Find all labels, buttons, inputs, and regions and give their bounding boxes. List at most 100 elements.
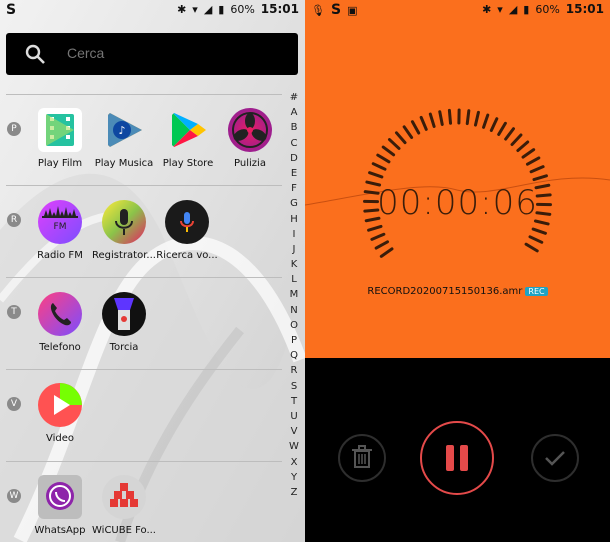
search-input[interactable]: [67, 45, 267, 61]
signal-icon: ◢: [203, 2, 213, 16]
play-music-icon: ♪: [102, 108, 146, 152]
dial-tick: [381, 145, 396, 157]
alphabet-index-letter[interactable]: R: [286, 363, 302, 378]
alphabet-index-letter[interactable]: S: [286, 379, 302, 394]
alphabet-index[interactable]: # A B C D E F G H I J K L M N O P Q R S T U V W X Y Z: [286, 90, 302, 500]
alphabet-index-letter[interactable]: E: [286, 166, 302, 181]
alphabet-index-letter[interactable]: C: [286, 136, 302, 151]
dial-tick: [531, 227, 547, 235]
app-play-store[interactable]: Play Store: [155, 108, 221, 169]
fan-icon: [228, 108, 272, 152]
divider: [6, 185, 282, 186]
alphabet-index-letter[interactable]: Z: [286, 485, 302, 500]
signal-icon: ◢: [508, 2, 518, 16]
recorder-screen: 🎙 S ▣ ✱ ▾ ◢ ▮ 60% 15:01 00:00:06 RECORD2…: [305, 0, 610, 542]
bluetooth-icon: ✱: [177, 2, 187, 16]
alphabet-index-letter[interactable]: #: [286, 90, 302, 105]
app-play-musica[interactable]: ♪ Play Musica: [91, 108, 157, 169]
search-bar[interactable]: [6, 33, 298, 75]
alphabet-index-letter[interactable]: U: [286, 409, 302, 424]
app-label: Play Film: [37, 158, 83, 169]
alphabet-index-letter[interactable]: P: [286, 333, 302, 348]
dial-tick: [510, 133, 523, 146]
play-film-icon: [38, 108, 82, 152]
done-button[interactable]: [531, 434, 579, 482]
app-play-film[interactable]: Play Film: [27, 108, 93, 169]
alphabet-index-letter[interactable]: H: [286, 212, 302, 227]
alphabet-index-letter[interactable]: D: [286, 151, 302, 166]
app-drawer: S ✱ ▾ ◢ ▮ 60% 15:01 P Play Film ♪ Play M…: [0, 0, 305, 542]
alphabet-index-letter[interactable]: Y: [286, 470, 302, 485]
svg-text:♪: ♪: [118, 124, 125, 137]
search-icon: [25, 44, 45, 64]
app-torcia[interactable]: Torcia: [91, 292, 157, 353]
dial-tick: [428, 112, 436, 128]
app-label: Play Musica: [94, 158, 154, 169]
sim-logo-icon: S: [330, 2, 342, 18]
pause-button[interactable]: [420, 421, 494, 495]
dial-tick: [371, 162, 387, 171]
dial-tick: [482, 113, 490, 129]
alphabet-index-letter[interactable]: F: [286, 181, 302, 196]
dial-tick: [367, 224, 383, 232]
alphabet-index-letter[interactable]: B: [286, 120, 302, 135]
alphabet-index-letter[interactable]: Q: [286, 348, 302, 363]
bluetooth-icon: ✱: [482, 2, 492, 16]
alphabet-index-letter[interactable]: M: [286, 287, 302, 302]
wifi-icon: ▾: [497, 2, 503, 16]
alphabet-index-letter[interactable]: V: [286, 424, 302, 439]
app-whatsapp[interactable]: WhatsApp: [27, 475, 93, 536]
clock: 15:01: [260, 2, 299, 16]
app-video[interactable]: Video: [27, 383, 93, 444]
delete-button[interactable]: [338, 434, 386, 482]
microphone-status-icon: 🎙: [311, 3, 325, 17]
dial-tick: [368, 171, 384, 179]
alphabet-index-letter[interactable]: X: [286, 455, 302, 470]
alphabet-index-letter[interactable]: A: [286, 105, 302, 120]
app-telefono[interactable]: Telefono: [27, 292, 93, 353]
dial-tick: [532, 174, 548, 182]
battery-icon: ▮: [523, 2, 530, 16]
dial-tick: [516, 140, 530, 153]
play-store-icon: [166, 108, 210, 152]
app-wicube[interactable]: WiCUBE Fo...: [91, 475, 157, 536]
alphabet-index-letter[interactable]: K: [286, 257, 302, 272]
app-label: Torcia: [109, 342, 139, 353]
rec-badge: REC: [525, 287, 548, 296]
dial-tick: [529, 165, 545, 174]
alphabet-index-letter[interactable]: G: [286, 196, 302, 211]
app-radio-fm[interactable]: FM Radio FM: [27, 200, 93, 261]
status-bar: 🎙 S ▣ ✱ ▾ ◢ ▮ 60% 15:01: [305, 0, 610, 20]
app-label: WiCUBE Fo...: [92, 525, 156, 536]
app-label: Video: [45, 433, 75, 444]
recording-filename: RECORD20200715150136.amr REC: [305, 286, 610, 297]
battery-icon: ▮: [218, 2, 225, 16]
image-icon: ▣: [347, 3, 358, 17]
flashlight-icon: [102, 292, 146, 336]
alphabet-index-letter[interactable]: L: [286, 272, 302, 287]
app-label: Play Store: [162, 158, 214, 169]
dial-tick: [419, 115, 428, 131]
app-registratore[interactable]: Registrator...: [91, 200, 157, 261]
dial-tick: [465, 109, 471, 126]
alphabet-index-letter[interactable]: J: [286, 242, 302, 257]
status-bar: S ✱ ▾ ◢ ▮ 60% 15:01: [0, 0, 305, 20]
alphabet-index-letter[interactable]: O: [286, 318, 302, 333]
filename-text: RECORD20200715150136.amr: [367, 286, 523, 297]
dial-tick: [521, 148, 536, 159]
dial-tick: [528, 235, 544, 244]
section-letter-t: T: [7, 305, 21, 319]
dial-tick: [387, 138, 401, 150]
app-pulizia[interactable]: Pulizia: [217, 108, 283, 169]
alphabet-index-letter[interactable]: I: [286, 227, 302, 242]
section-letter-w: W: [7, 489, 21, 503]
section-letter-p: P: [7, 122, 21, 136]
dial-tick: [410, 120, 421, 135]
alphabet-index-letter[interactable]: T: [286, 394, 302, 409]
alphabet-index-letter[interactable]: N: [286, 303, 302, 318]
dial-tick: [379, 247, 394, 258]
radio-icon: FM: [38, 200, 82, 244]
dial-tick: [374, 240, 390, 250]
app-ricerca-vocale[interactable]: Ricerca vo...: [154, 200, 220, 261]
alphabet-index-letter[interactable]: W: [286, 439, 302, 454]
